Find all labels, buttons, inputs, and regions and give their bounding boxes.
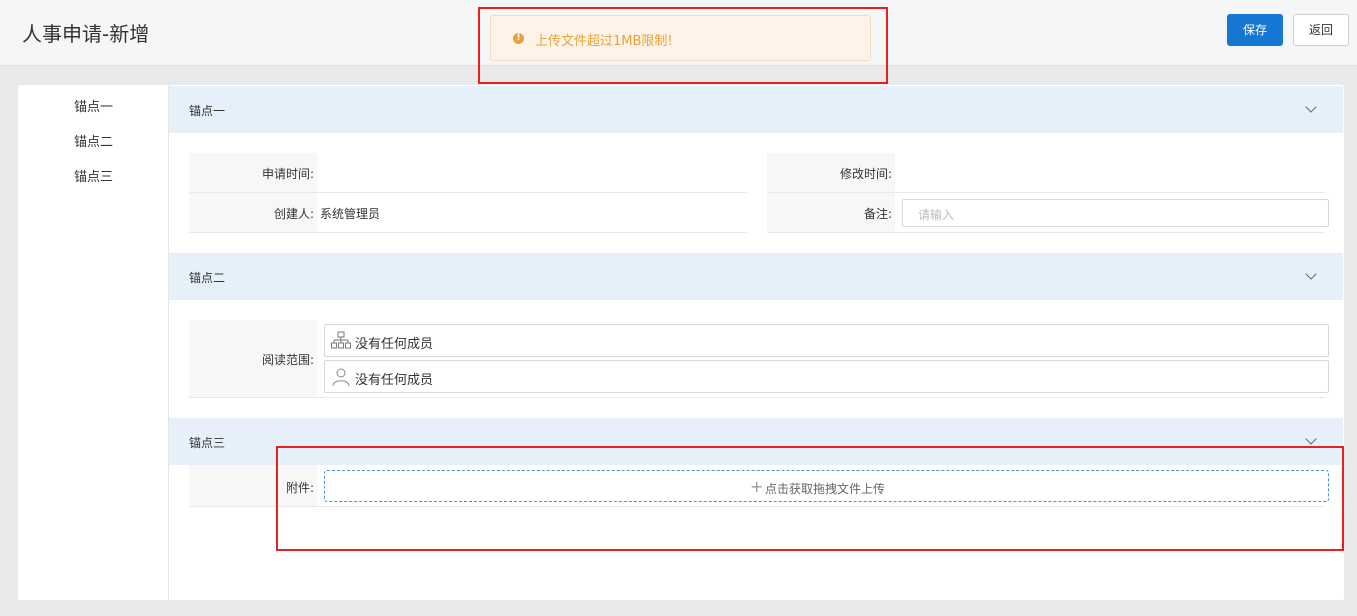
- section-title: 锚点三: [189, 436, 226, 450]
- chevron-down-icon[interactable]: [1305, 268, 1317, 280]
- row-divider: [767, 192, 1325, 193]
- modify-time-label: 修改时间:: [839, 167, 892, 181]
- org-chart-icon: [331, 331, 351, 349]
- chevron-down-icon[interactable]: [1305, 101, 1317, 113]
- anchor-nav-item-2[interactable]: 锚点二: [18, 131, 169, 150]
- toast-message: 上传文件超过1MB限制!: [535, 34, 673, 49]
- user-member-selector[interactable]: 没有任何成员: [324, 360, 1329, 393]
- user-members-text: 没有任何成员: [355, 373, 434, 388]
- warning-toast: ! 上传文件超过1MB限制!: [490, 15, 871, 61]
- page-title: 人事申请-新增: [22, 22, 150, 46]
- section-header-3[interactable]: 锚点三: [169, 418, 1343, 465]
- attachment-label: 附件:: [285, 481, 314, 495]
- row-divider: [189, 397, 1325, 398]
- remark-input[interactable]: 请输入: [902, 199, 1329, 227]
- section-title: 锚点二: [189, 271, 226, 285]
- remark-label: 备注:: [863, 207, 892, 221]
- upload-hint: 点击获取拖拽文件上传: [765, 482, 886, 496]
- file-upload-dropzone[interactable]: + 点击获取拖拽文件上传: [324, 470, 1329, 502]
- remark-placeholder: 请输入: [918, 208, 955, 222]
- plus-icon: +: [750, 477, 764, 496]
- anchor-nav-item-3[interactable]: 锚点三: [18, 166, 169, 185]
- chevron-down-icon[interactable]: [1305, 433, 1317, 445]
- row-divider: [189, 232, 747, 233]
- org-members-text: 没有任何成员: [355, 337, 434, 352]
- row-divider: [767, 232, 1325, 233]
- anchor-nav: 锚点一 锚点二 锚点三: [18, 85, 169, 600]
- row-divider: [189, 192, 747, 193]
- user-icon: [332, 368, 350, 387]
- back-button[interactable]: 返回: [1293, 14, 1349, 46]
- row-divider: [189, 506, 1325, 507]
- creator-label: 创建人:: [273, 207, 314, 221]
- warning-icon: !: [513, 33, 524, 44]
- org-member-selector[interactable]: 没有任何成员: [324, 324, 1329, 357]
- creator-value: 系统管理员: [320, 207, 381, 221]
- section-header-1[interactable]: 锚点一: [169, 86, 1343, 133]
- section-header-2[interactable]: 锚点二: [169, 253, 1343, 300]
- section-title: 锚点一: [189, 104, 226, 118]
- read-scope-label: 阅读范围:: [261, 353, 314, 367]
- anchor-nav-item-1[interactable]: 锚点一: [18, 96, 169, 115]
- apply-time-label: 申请时间:: [261, 167, 314, 181]
- save-button[interactable]: 保存: [1227, 14, 1283, 46]
